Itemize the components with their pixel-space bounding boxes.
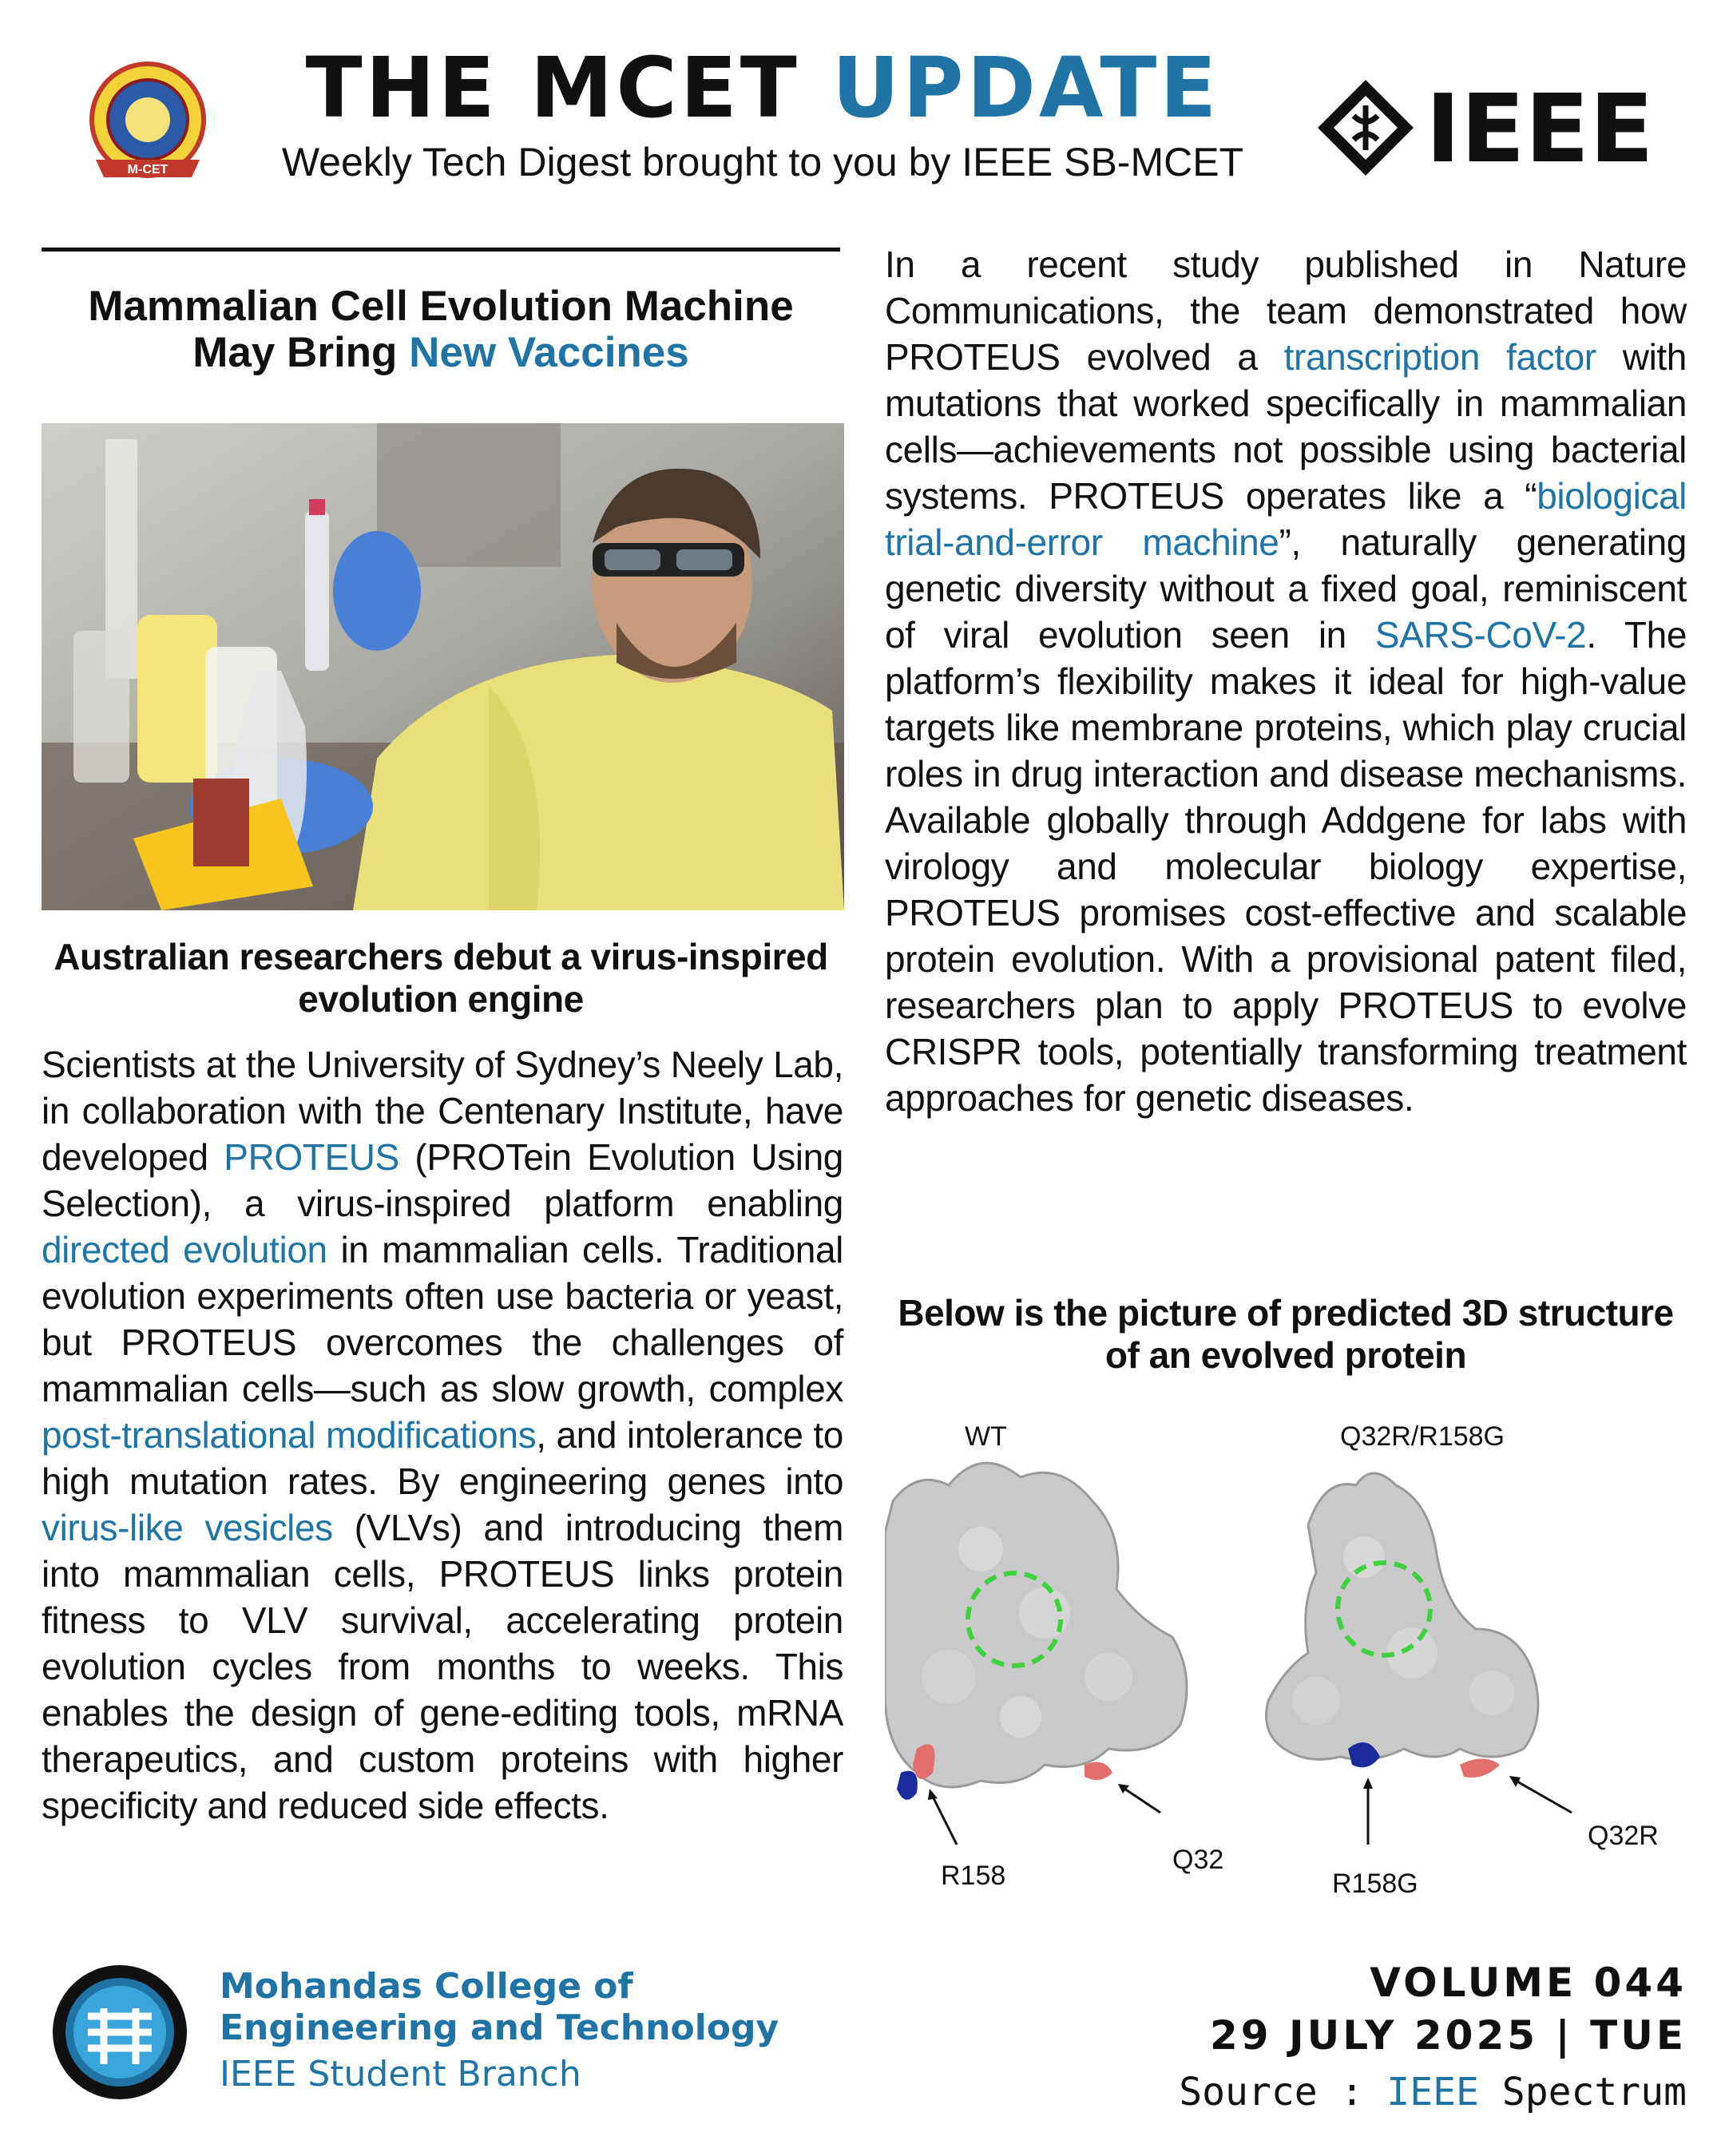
lab-researcher-photo — [42, 423, 844, 910]
ieee-sb-mcet-logo — [53, 1965, 187, 2099]
svg-text:WT: WT — [965, 1421, 1007, 1452]
link-transcription-factor[interactable]: transcription factor — [1284, 336, 1596, 378]
newsletter-title: THE MCET UPDATE — [305, 39, 1220, 137]
link-post-translational-modifications[interactable]: post-translational modifications — [42, 1414, 537, 1456]
issue-date: 29 JULY 2025 | TUE — [1210, 2012, 1687, 2059]
header-divider — [42, 248, 840, 252]
svg-text:R158: R158 — [941, 1861, 1005, 1891]
volume-number: VOLUME 044 — [1370, 1960, 1687, 2006]
article-body-left: Scientists at the University of Sydney’s… — [42, 1044, 844, 1826]
protein-structure-figure: WT R158 Q32 Q32R/R158G R158G Q32R — [885, 1421, 1659, 1899]
svg-text:M-CET: M-CET — [128, 163, 169, 176]
college-name: Mohandas College of Engineering and Tech… — [220, 1966, 779, 2048]
svg-text:IEEE: IEEE — [1426, 73, 1653, 184]
source-credit: Source : IEEE Spectrum — [1179, 2070, 1687, 2114]
svg-text:Q32R/R158G: Q32R/R158G — [1340, 1421, 1505, 1452]
wt-protein-structure — [885, 1461, 1188, 1800]
mcet-seal-logo: M-CET — [89, 61, 206, 178]
svg-text:Q32R: Q32R — [1588, 1821, 1659, 1851]
figure-caption: Below is the picture of predicted 3D str… — [898, 1292, 1674, 1376]
article-headline: Mammalian Cell Evolution Machine May Bri… — [88, 283, 794, 377]
link-proteus[interactable]: PROTEUS — [224, 1136, 399, 1178]
article-body-right: In a recent study published in Nature Co… — [885, 244, 1687, 1119]
issue-info: VOLUME 044 29 JULY 2025 | TUE — [1210, 1956, 1687, 2062]
newsletter-subtitle: Weekly Tech Digest brought to you by IEE… — [281, 140, 1244, 184]
ieee-logo: IEEE — [1318, 73, 1653, 184]
svg-text:Q32: Q32 — [1172, 1845, 1223, 1875]
link-directed-evolution[interactable]: directed evolution — [42, 1229, 327, 1270]
student-branch-label: IEEE Student Branch — [220, 2054, 581, 2095]
link-sars-cov-2[interactable]: SARS-CoV-2 — [1375, 614, 1587, 656]
link-virus-like-vesicles[interactable]: virus-like vesicles — [42, 1507, 333, 1548]
svg-text:R158G: R158G — [1332, 1869, 1418, 1899]
mutant-protein-structure — [1265, 1472, 1540, 1778]
article-subheading: Australian researchers debut a virus-ins… — [54, 936, 828, 1020]
